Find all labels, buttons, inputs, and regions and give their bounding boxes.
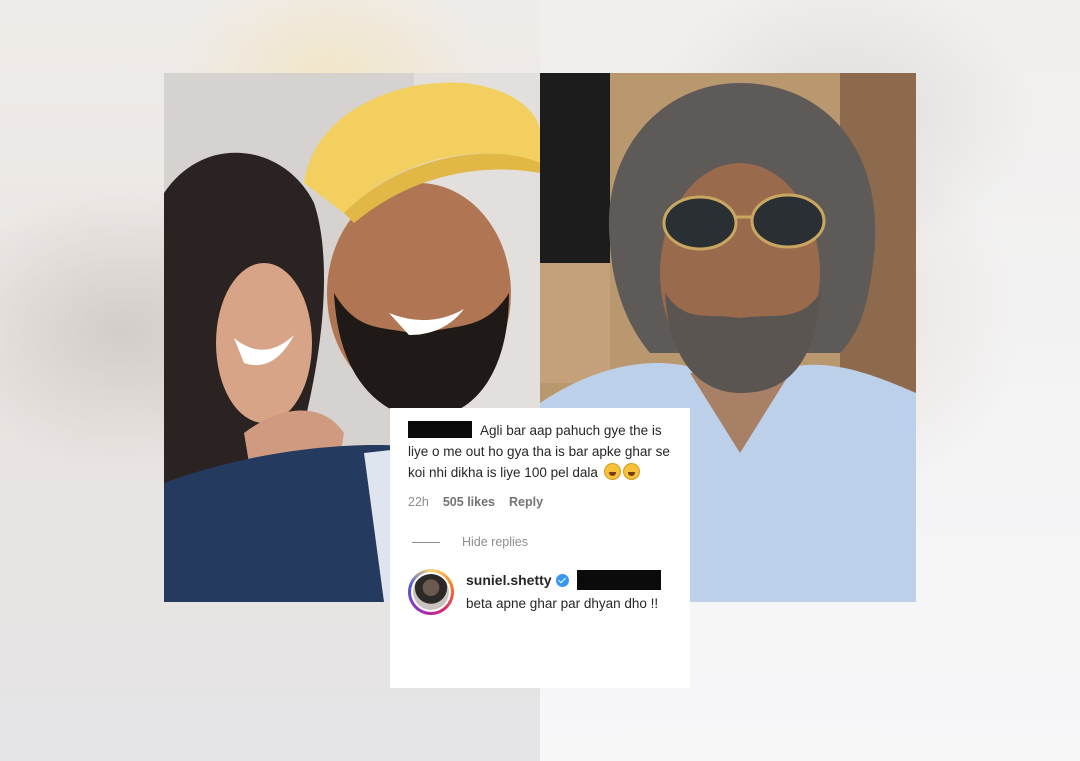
reply-text: beta apne ghar par dhyan dho !!: [466, 596, 659, 611]
instagram-comment-card: Agli bar aap pahuch gye the is liye o me…: [390, 408, 690, 688]
comment-likes[interactable]: 505 likes: [443, 495, 495, 509]
avatar-photo: [413, 574, 449, 610]
comment: Agli bar aap pahuch gye the is liye o me…: [408, 420, 670, 483]
reply-button[interactable]: Reply: [509, 495, 543, 509]
redacted-username: [408, 421, 472, 438]
reply-header: suniel.shetty: [466, 569, 676, 591]
comment-meta: 22h 505 likes Reply: [408, 495, 674, 509]
avatar-ring: [411, 572, 451, 612]
laughing-tears-emoji-icon: [622, 463, 640, 480]
avatar[interactable]: [408, 569, 454, 615]
divider-line: [412, 541, 440, 543]
laughing-tears-emoji-icon: [603, 463, 621, 480]
verified-badge-icon: [555, 573, 569, 587]
redacted-mention: [576, 570, 661, 590]
reply-username[interactable]: suniel.shetty: [466, 572, 552, 588]
reply-body: suniel.shetty beta apne ghar par dhyan d…: [466, 569, 676, 614]
comment-time: 22h: [408, 495, 429, 509]
hide-replies-label[interactable]: Hide replies: [462, 535, 528, 549]
reply-comment: suniel.shetty beta apne ghar par dhyan d…: [408, 569, 674, 615]
hide-replies-toggle[interactable]: Hide replies: [408, 535, 674, 549]
